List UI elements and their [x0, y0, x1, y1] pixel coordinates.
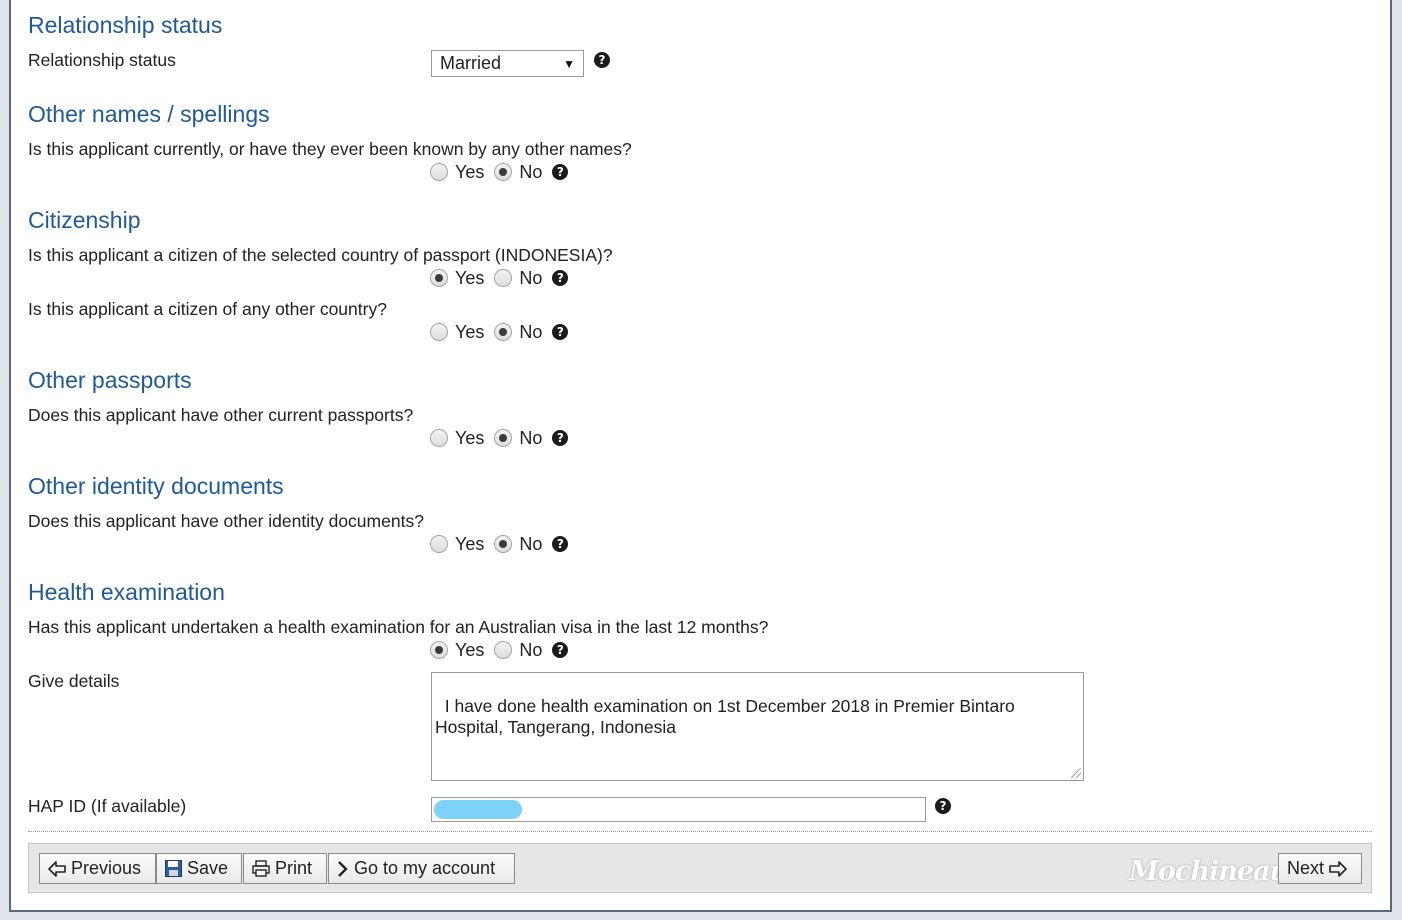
- bottom-toolbar: Previous Save Print Go to my account Moc…: [28, 843, 1372, 893]
- help-icon[interactable]: ?: [552, 324, 569, 340]
- no-label: No: [519, 427, 543, 448]
- section-title-citizenship: Citizenship: [28, 207, 141, 233]
- yes-label: Yes: [455, 533, 485, 554]
- printer-icon: [252, 860, 270, 877]
- previous-button[interactable]: Previous: [39, 853, 156, 884]
- citizenship-question-2: Is this applicant a citizen of any other…: [28, 299, 387, 319]
- health-examination-question: Has this applicant undertaken a health e…: [28, 617, 769, 637]
- form-divider: [28, 831, 1372, 832]
- no-label: No: [519, 267, 543, 288]
- other-passports-no-radio[interactable]: [494, 429, 513, 447]
- yes-label: Yes: [455, 161, 485, 182]
- help-icon[interactable]: ?: [552, 536, 569, 552]
- health-examination-radio-group: Yes No ?: [430, 639, 569, 661]
- health-examination-no-radio[interactable]: [494, 641, 513, 659]
- identity-documents-yes-radio[interactable]: [430, 535, 448, 553]
- section-title-other-names: Other names / spellings: [28, 101, 270, 127]
- help-icon[interactable]: ?: [552, 642, 569, 658]
- help-icon[interactable]: ?: [552, 430, 569, 446]
- citizenship-2-yes-radio[interactable]: [430, 323, 448, 341]
- go-to-my-account-label: Go to my account: [354, 858, 496, 878]
- give-details-label: Give details: [28, 671, 120, 691]
- health-examination-yes-radio[interactable]: [430, 641, 448, 659]
- yes-label: Yes: [455, 639, 485, 660]
- identity-documents-question: Does this applicant have other identity …: [28, 511, 424, 531]
- citizenship-2-no-radio[interactable]: [494, 323, 513, 341]
- go-to-my-account-button[interactable]: Go to my account: [328, 853, 515, 884]
- citizenship-1-no-radio[interactable]: [494, 269, 513, 287]
- identity-documents-radio-group: Yes No ?: [430, 533, 569, 555]
- no-label: No: [519, 533, 543, 554]
- section-title-other-passports: Other passports: [28, 367, 192, 393]
- other-names-yes-radio[interactable]: [430, 163, 448, 181]
- no-label: No: [519, 639, 543, 660]
- resize-grip-icon[interactable]: [1071, 768, 1081, 778]
- no-label: No: [519, 161, 543, 182]
- floppy-disk-icon: [165, 860, 182, 877]
- save-label: Save: [187, 858, 229, 878]
- help-icon[interactable]: ?: [552, 270, 569, 286]
- watermark-logo: Mochineau: [1129, 856, 1289, 887]
- other-passports-yes-radio[interactable]: [430, 429, 448, 447]
- hap-id-label: HAP ID (If available): [28, 796, 187, 816]
- health-details-text: I have done health examination on 1st De…: [435, 696, 1015, 737]
- identity-documents-no-radio[interactable]: [494, 535, 513, 553]
- citizenship-1-radio-group: Yes No ?: [430, 267, 569, 289]
- section-title-relationship: Relationship status: [28, 12, 223, 38]
- citizenship-2-radio-group: Yes No ?: [430, 321, 569, 343]
- save-button[interactable]: Save: [156, 853, 242, 884]
- yes-label: Yes: [455, 267, 485, 288]
- other-passports-radio-group: Yes No ?: [430, 427, 569, 449]
- other-names-radio-group: Yes No ?: [430, 161, 569, 183]
- previous-label: Previous: [71, 858, 142, 878]
- relationship-status-label: Relationship status: [28, 50, 176, 70]
- relationship-status-select[interactable]: Married ▼: [431, 50, 584, 77]
- other-names-no-radio[interactable]: [494, 163, 513, 181]
- health-details-textarea[interactable]: I have done health examination on 1st De…: [431, 672, 1084, 781]
- citizenship-1-yes-radio[interactable]: [430, 269, 448, 287]
- section-title-health-examination: Health examination: [28, 579, 225, 605]
- help-icon[interactable]: ?: [552, 164, 569, 180]
- chevron-right-icon: [337, 860, 349, 878]
- other-names-question: Is this applicant currently, or have the…: [28, 139, 632, 159]
- redaction-mark: [434, 800, 522, 819]
- dropdown-arrow-icon: ▼: [563, 56, 575, 71]
- print-button[interactable]: Print: [243, 853, 327, 884]
- next-label: Next: [1287, 858, 1325, 878]
- hap-id-input[interactable]: [431, 797, 926, 822]
- help-icon[interactable]: ?: [594, 52, 610, 68]
- help-icon[interactable]: ?: [935, 798, 951, 814]
- other-passports-question: Does this applicant have other current p…: [28, 405, 414, 425]
- section-title-identity-documents: Other identity documents: [28, 473, 284, 499]
- arrow-left-icon: [48, 860, 66, 877]
- arrow-right-icon: [1329, 860, 1347, 877]
- next-button[interactable]: Next: [1278, 853, 1362, 884]
- yes-label: Yes: [455, 321, 485, 342]
- print-label: Print: [275, 858, 313, 878]
- relationship-status-value: Married: [440, 53, 502, 73]
- yes-label: Yes: [455, 427, 485, 448]
- no-label: No: [519, 321, 543, 342]
- citizenship-question-1: Is this applicant a citizen of the selec…: [28, 245, 613, 265]
